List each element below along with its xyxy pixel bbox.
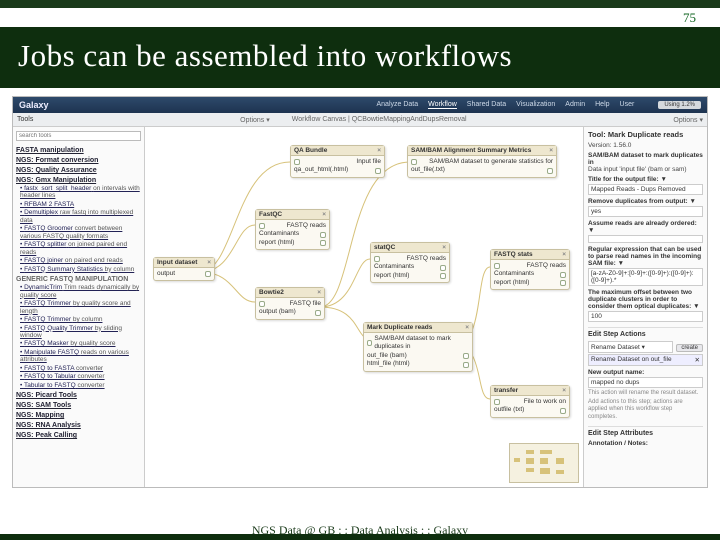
tool-item[interactable]: • FASTQ to FASTA converter: [20, 365, 141, 372]
close-icon[interactable]: ×: [322, 211, 326, 218]
tool-item[interactable]: • Demultiplex raw fastq into multiplexed…: [20, 209, 141, 224]
tool-item[interactable]: • FASTQ joiner on paired end reads: [20, 257, 141, 264]
create-button[interactable]: create: [676, 344, 703, 352]
tool-section[interactable]: NGS: Peak Calling: [16, 432, 141, 439]
tool-item[interactable]: • FASTQ Masker by quality score: [20, 340, 141, 347]
tool-item[interactable]: • FASTQ Trimmer by quality score and len…: [20, 300, 141, 315]
node-mark-duplicates[interactable]: Mark Duplicate reads× SAM/BAM dataset to…: [363, 322, 473, 372]
node-bowtie[interactable]: Bowtie2× FASTQ file output (bam): [255, 287, 325, 320]
remove-action-icon[interactable]: ✕: [695, 356, 700, 364]
tool-subheader: GENERIC FASTQ MANIPULATION: [16, 276, 141, 283]
tool-item[interactable]: • FASTQ Quality Trimmer by sliding windo…: [20, 325, 141, 340]
workflow-canvas[interactable]: Input dataset× output QA Bundle× Input f…: [145, 127, 583, 487]
tool-item[interactable]: • FASTQ to Tabular converter: [20, 373, 141, 380]
node-fastq-stats[interactable]: FASTQ stats× FASTQ reads Contaminants re…: [490, 249, 570, 290]
close-icon[interactable]: ×: [465, 324, 469, 331]
nav-user[interactable]: User: [620, 101, 635, 109]
node-fastqc[interactable]: FastQC× FASTQ reads Contaminants report …: [255, 209, 330, 250]
nav-analyze[interactable]: Analyze Data: [376, 101, 418, 109]
tool-item[interactable]: • Tabular to FASTQ converter: [20, 382, 141, 389]
canvas-options[interactable]: Options ▾: [673, 116, 703, 124]
nav-workflow[interactable]: Workflow: [428, 101, 457, 109]
nav-admin[interactable]: Admin: [565, 101, 585, 109]
close-icon[interactable]: ×: [549, 147, 553, 154]
close-icon[interactable]: ×: [562, 251, 566, 258]
tool-section[interactable]: NGS: Format conversion: [16, 157, 141, 164]
tool-section[interactable]: NGS: Gmx Manipulation: [16, 177, 141, 184]
node-input-dataset[interactable]: Input dataset× output: [153, 257, 215, 281]
action-row: Rename Dataset on out_file ✕: [588, 354, 703, 366]
step-attrs-header: Edit Step Attributes: [588, 426, 703, 437]
slide-number-bar: 75: [0, 8, 720, 30]
tool-section[interactable]: NGS: Mapping: [16, 412, 141, 419]
assume-ordered-select[interactable]: [588, 235, 703, 243]
remove-dups-select[interactable]: yes: [588, 206, 703, 217]
slide-number: 75: [683, 10, 696, 26]
node-transfer[interactable]: transfer× File to work on outfile (txt): [490, 385, 570, 418]
nav-viz[interactable]: Visualization: [516, 101, 555, 109]
details-input-label: SAM/BAM dataset to mark duplicates in: [588, 152, 703, 166]
newname-input[interactable]: mapped no dups: [588, 377, 703, 388]
tool-item[interactable]: • DynamicTrim Trim reads dynamically by …: [20, 284, 141, 299]
details-title: Tool: Mark Duplicate reads: [588, 130, 703, 139]
title-input[interactable]: Mapped Reads - Dups Removed: [588, 184, 703, 195]
tool-section[interactable]: NGS: Quality Assurance: [16, 167, 141, 174]
tools-label: Tools: [17, 116, 33, 123]
connection-layer: [145, 127, 583, 487]
galaxy-topnav: Galaxy Analyze Data Workflow Shared Data…: [13, 97, 707, 113]
tool-item[interactable]: • FASTQ Summary Statistics by column: [20, 266, 141, 273]
tool-section[interactable]: NGS: Picard Tools: [16, 392, 141, 399]
nav-shared[interactable]: Shared Data: [467, 101, 506, 109]
galaxy-screenshot: Galaxy Analyze Data Workflow Shared Data…: [12, 96, 708, 488]
close-icon[interactable]: ×: [207, 259, 211, 266]
tool-item[interactable]: • RFBAM 2 FASTA: [20, 201, 141, 208]
step-actions-header: Edit Step Actions: [588, 327, 703, 338]
tool-panel: FASTA manipulation NGS: Format conversio…: [13, 127, 145, 487]
search-input[interactable]: [16, 131, 141, 141]
nav-help[interactable]: Help: [595, 101, 609, 109]
regex-input[interactable]: [a-zA-Z0-9]+:[0-9]+:([0-9]+):([0-9]+):([…: [588, 268, 703, 286]
tool-item[interactable]: • fastx_sort_split_header on intervals w…: [20, 185, 141, 200]
tool-item[interactable]: • Manipulate FASTQ reads on various attr…: [20, 349, 141, 364]
canvas-breadcrumb: Workflow Canvas | QCBowtieMappingAndDups…: [292, 116, 467, 123]
tool-item[interactable]: • FASTQ Trimmer by column: [20, 316, 141, 323]
tool-item[interactable]: • FASTQ splitter on joined paired end re…: [20, 241, 141, 256]
title-band: Jobs can be assembled into workflows: [0, 30, 720, 88]
minimap[interactable]: [509, 443, 579, 483]
action-select[interactable]: Rename Dataset ▾: [588, 341, 673, 353]
node-statqc[interactable]: statQC× FASTQ reads Contaminants report …: [370, 242, 450, 283]
details-version: Version: 1.56.0: [588, 142, 703, 149]
close-icon[interactable]: ×: [377, 147, 381, 154]
galaxy-subnav: Tools Options ▾ Workflow Canvas | QCBowt…: [13, 113, 707, 127]
node-alignment-summary[interactable]: SAM/BAM Alignment Summary Metrics× SAM/B…: [407, 145, 557, 178]
tool-section[interactable]: NGS: SAM Tools: [16, 402, 141, 409]
details-panel: Tool: Mark Duplicate reads Version: 1.56…: [583, 127, 707, 487]
tool-item[interactable]: • FASTQ Groomer convert between various …: [20, 225, 141, 240]
slide-title: Jobs can be assembled into workflows: [18, 38, 702, 74]
node-qa-bundle[interactable]: QA Bundle× Input file qa_out_html(.html): [290, 145, 385, 178]
quota-badge: Using 1.2%: [658, 101, 701, 109]
tools-options[interactable]: Options ▾: [240, 116, 270, 124]
close-icon[interactable]: ×: [442, 244, 446, 251]
offset-input[interactable]: 100: [588, 311, 703, 322]
tool-section[interactable]: FASTA manipulation: [16, 147, 141, 154]
tool-section[interactable]: NGS: RNA Analysis: [16, 422, 141, 429]
close-icon[interactable]: ×: [317, 289, 321, 296]
close-icon[interactable]: ×: [562, 387, 566, 394]
galaxy-logo: Galaxy: [19, 100, 49, 110]
